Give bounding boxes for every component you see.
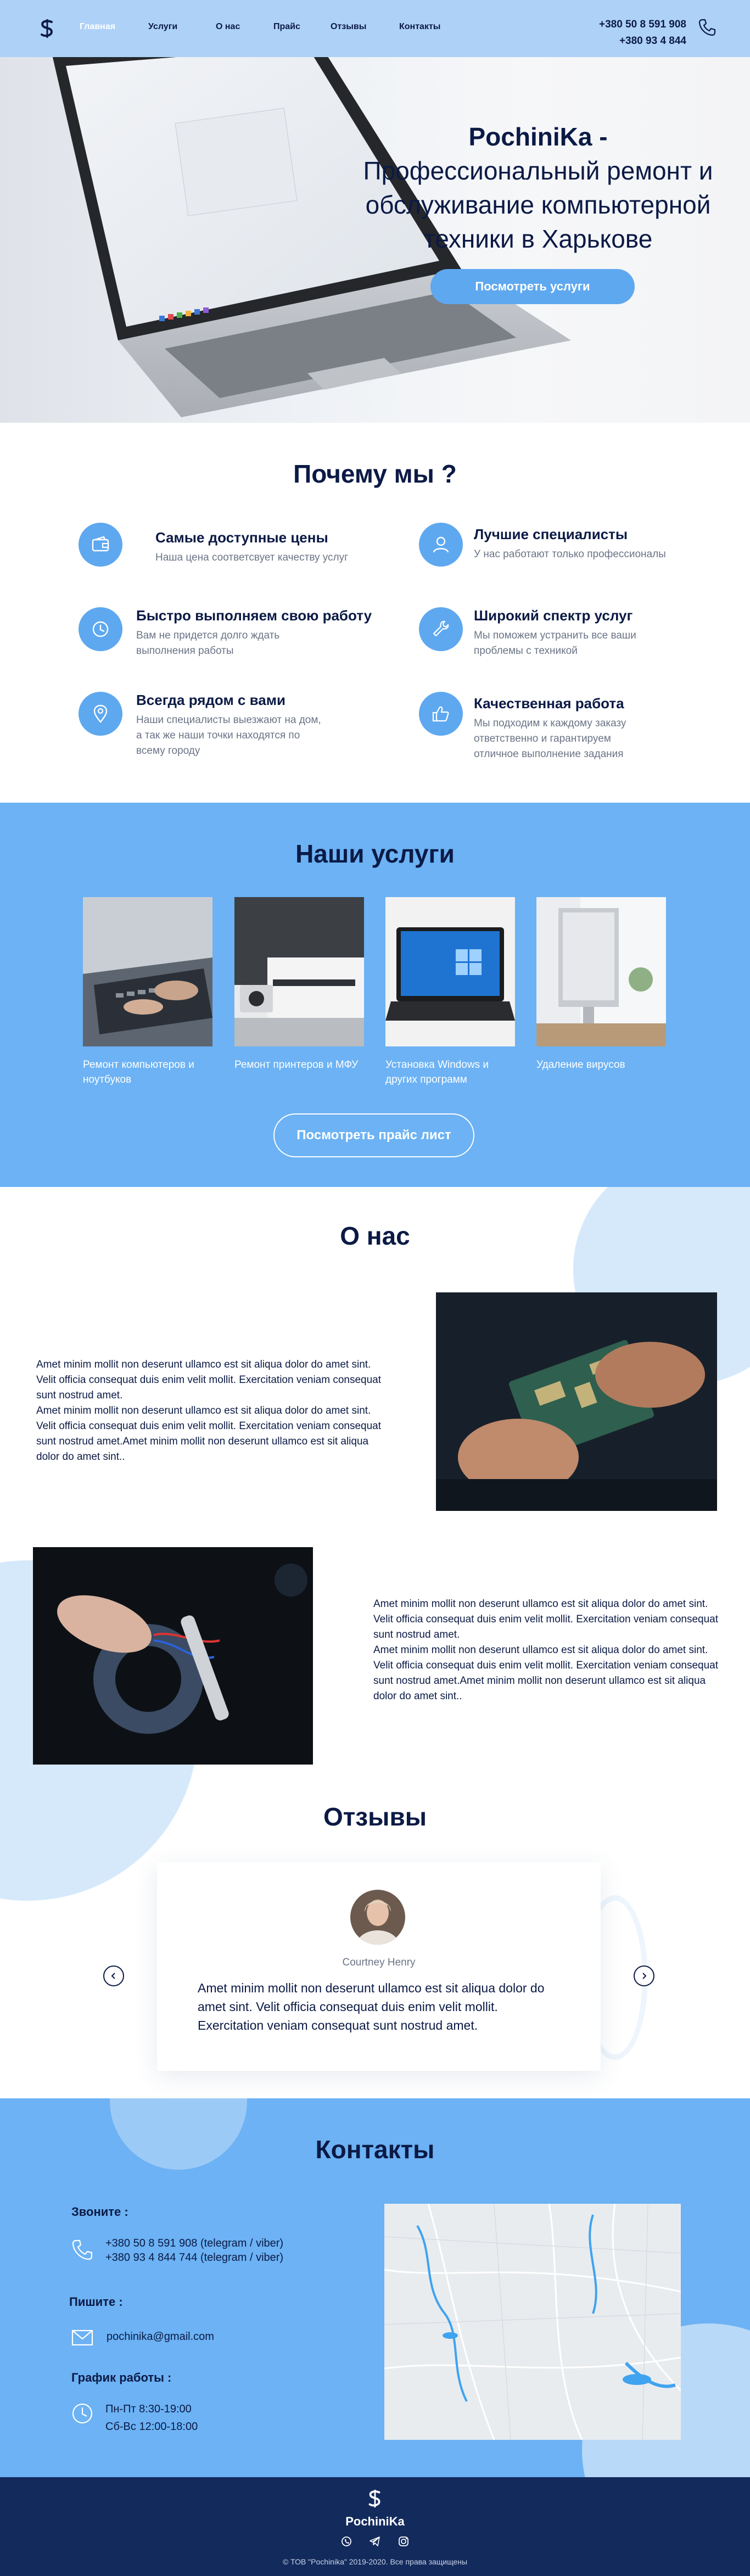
- feature-desc: Мы поможем устранить все ваши проблемы с…: [474, 630, 636, 657]
- about-photo-electronics: [436, 1292, 717, 1511]
- feature-title: Самые доступные цены: [155, 529, 328, 546]
- about-photo-soldering: [33, 1547, 313, 1765]
- hero-title: Профессиональный ремонт и обслуживание к…: [363, 156, 713, 253]
- copyright: © ТОВ "Pochinika" 2019-2020. Все права з…: [282, 2557, 468, 2566]
- feature-title: Всегда рядом с вами: [136, 692, 286, 708]
- service-card[interactable]: Ремонт принтеров и МФУ: [234, 897, 364, 1072]
- contact-email[interactable]: pochinika@gmail.com: [107, 2329, 214, 2344]
- viber-icon[interactable]: [340, 2535, 352, 2547]
- feature-title: Лучшие специалисты: [474, 526, 628, 542]
- feature-item: Всегда рядом с вами Наши специалисты вые…: [79, 692, 386, 758]
- feature-desc: Наши специалисты выезжают на дом, а так …: [136, 714, 321, 757]
- hours-weekend: Сб-Вс 12:00-18:00: [105, 2421, 198, 2433]
- logo-icon[interactable]: [36, 18, 58, 40]
- logo-icon[interactable]: [365, 2488, 385, 2509]
- review-card: Courtney Henry Amet minim mollit non des…: [157, 1862, 601, 2071]
- user-icon: [419, 523, 463, 567]
- service-label: Установка Windows и других программ: [385, 1059, 489, 1085]
- site-footer: PochiniKa © ТОВ "Pochinika" 2019-2020. В…: [0, 2477, 750, 2576]
- phone-icon: [72, 2239, 93, 2260]
- social-links: [340, 2535, 410, 2547]
- chevron-left-icon[interactable]: [103, 1965, 124, 1986]
- nav-contacts[interactable]: Контакты: [399, 22, 440, 32]
- feature-desc: У нас работают только профессионалы: [474, 548, 666, 560]
- feature-title: Качественная работа: [474, 695, 624, 712]
- service-card[interactable]: Ремонт компьютеров и ноутбуков: [83, 897, 212, 1087]
- nav-reviews[interactable]: Отзывы: [331, 22, 399, 32]
- contact-phone-2[interactable]: +380 93 4 844 744 (telegram / viber): [105, 2250, 283, 2265]
- nav-services[interactable]: Услуги: [148, 22, 216, 32]
- feature-item: Качественная работа Мы подходим к каждом…: [419, 692, 726, 760]
- view-price-list-button[interactable]: Посмотреть прайс лист: [273, 1113, 474, 1157]
- why-us-title: Почему мы ?: [293, 460, 457, 488]
- feature-item: Быстро выполняем свою работу Вам не прид…: [79, 607, 386, 673]
- feature-item: Широкий спектр услуг Мы поможем устранит…: [419, 607, 726, 673]
- feature-item: Лучшие специалисты У нас работают только…: [419, 523, 726, 589]
- footer-brand: PochiniKa: [345, 2515, 405, 2528]
- service-label: Ремонт компьютеров и ноутбуков: [83, 1059, 194, 1085]
- thumbs-up-icon: [419, 692, 463, 736]
- service-card[interactable]: Установка Windows и других программ: [385, 897, 515, 1087]
- hero-section: PochiniKa - Профессиональный ремонт и об…: [0, 0, 750, 423]
- feature-title: Широкий спектр услуг: [474, 607, 633, 624]
- service-label: Ремонт принтеров и МФУ: [234, 1059, 359, 1071]
- hours-weekdays: Пн-Пт 8:30-19:00: [105, 2403, 192, 2415]
- feature-item: Самые доступные цены Наша цена соответсв…: [79, 523, 386, 589]
- hours-heading: График работы :: [71, 2371, 172, 2384]
- write-heading: Пишите :: [69, 2295, 123, 2309]
- feature-title: Быстро выполняем свою работу: [136, 607, 372, 624]
- services-section: Наши услуги Ремонт компьютеров и ноутбук…: [0, 803, 750, 1187]
- contact-phone-1[interactable]: +380 50 8 591 908 (telegram / viber): [105, 2236, 283, 2251]
- hero-brand: PochiniKa -: [468, 122, 608, 151]
- service-card[interactable]: Удаление вирусов: [536, 897, 666, 1072]
- header-phones: +380 50 8 591 908 +380 93 4 844: [577, 16, 686, 49]
- clock-icon: [72, 2403, 93, 2424]
- about-text-2: Amet minim mollit non deserunt ullamco e…: [373, 1598, 719, 1702]
- nav-about[interactable]: О нас: [216, 22, 273, 32]
- review-text: Amet minim mollit non deserunt ullamco e…: [198, 1981, 545, 2032]
- about-section: О нас Amet minim mollit non deserunt ull…: [0, 1187, 750, 2098]
- feature-desc: Наша цена соответсвует качеству услуг: [155, 552, 349, 563]
- phone-icon[interactable]: [697, 18, 717, 37]
- reviewer-name: Courtney Henry: [342, 1957, 416, 1968]
- feature-desc: Мы подходим к каждому заказу ответственн…: [474, 718, 626, 760]
- header-phone-1[interactable]: +380 50 8 591 908: [577, 16, 686, 33]
- service-image-laptop-repair: [83, 897, 212, 1046]
- service-image-virus-removal: [536, 897, 666, 1046]
- mail-icon: [71, 2329, 93, 2346]
- about-text-1: Amet minim mollit non deserunt ullamco e…: [36, 1359, 382, 1463]
- hero-text: PochiniKa - Профессиональный ремонт и об…: [340, 120, 736, 256]
- instagram-icon[interactable]: [398, 2535, 410, 2547]
- main-nav: Главная Услуги О нас Прайс Отзывы Контак…: [80, 22, 440, 32]
- reviews-title: Отзывы: [323, 1802, 427, 1831]
- header-phone-2[interactable]: +380 93 4 844: [577, 33, 686, 49]
- nav-home[interactable]: Главная: [80, 22, 148, 32]
- about-title: О нас: [340, 1222, 410, 1250]
- why-us-section: Почему мы ? Самые доступные цены Наша це…: [0, 423, 750, 803]
- chevron-right-icon[interactable]: [634, 1965, 654, 1986]
- avatar: [350, 1890, 405, 1945]
- feature-desc: Вам не придется долго ждать выполнения р…: [136, 630, 280, 657]
- contacts-section: Контакты Звоните : +380 50 8 591 908 (te…: [0, 2098, 750, 2477]
- nav-price[interactable]: Прайс: [273, 22, 331, 32]
- telegram-icon[interactable]: [369, 2535, 381, 2547]
- services-title: Наши услуги: [295, 839, 455, 868]
- service-image-windows-install: [385, 897, 515, 1046]
- clock-icon: [79, 607, 122, 651]
- view-services-button[interactable]: Посмотреть услуги: [430, 269, 635, 304]
- location-map[interactable]: [384, 2204, 681, 2440]
- site-header: Главная Услуги О нас Прайс Отзывы Контак…: [0, 0, 750, 57]
- service-label: Удаление вирусов: [536, 1059, 625, 1071]
- call-heading: Звоните :: [71, 2205, 128, 2219]
- contacts-title: Контакты: [315, 2135, 435, 2164]
- wrench-icon: [419, 607, 463, 651]
- service-image-printer-repair: [234, 897, 364, 1046]
- location-pin-icon: [79, 692, 122, 736]
- wallet-icon: [79, 523, 122, 567]
